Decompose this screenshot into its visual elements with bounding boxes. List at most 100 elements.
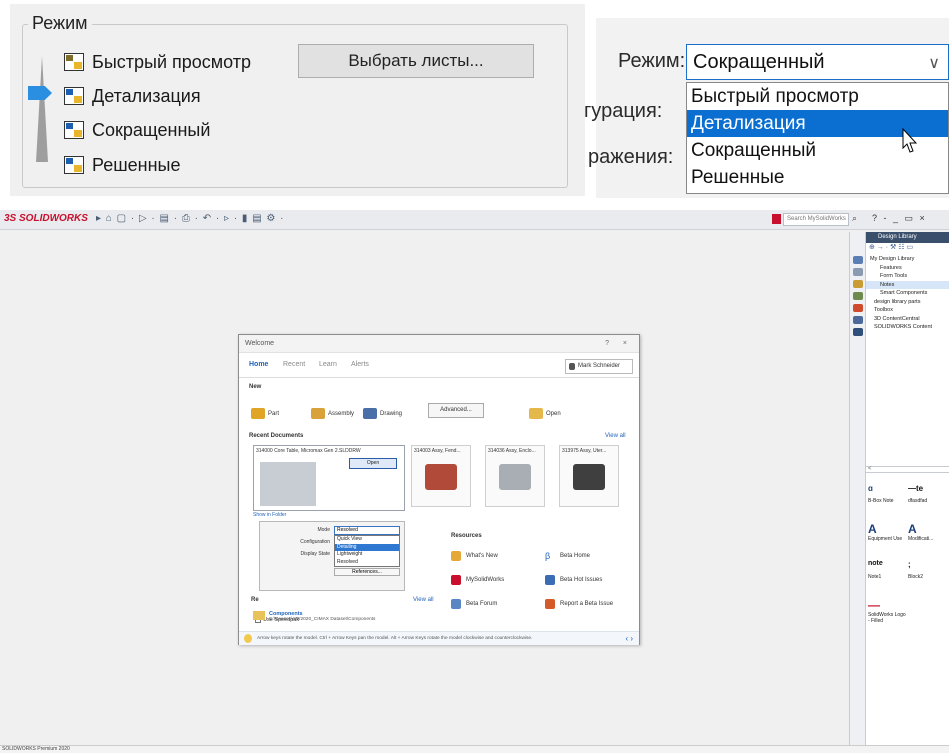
- quick-view-icon: [64, 53, 84, 71]
- tip-nav-arrows[interactable]: ‹ ›: [625, 632, 633, 645]
- palette-item[interactable]: ; Block2: [908, 560, 948, 580]
- assembly-icon: [311, 408, 325, 419]
- open-button[interactable]: Open: [529, 408, 561, 419]
- window-controls[interactable]: ? - _ ▭ ×: [872, 213, 927, 224]
- resources-tab-icon[interactable]: [853, 268, 863, 276]
- palette-item[interactable]: — SolidWorks Logo - Filled: [868, 598, 908, 624]
- report-issue-icon: [545, 599, 555, 609]
- pane-header: Design Library: [866, 232, 949, 243]
- new-part-button[interactable]: Part: [251, 408, 279, 419]
- dropdown-option[interactable]: Решенные: [687, 164, 948, 191]
- references-button[interactable]: References...: [334, 568, 400, 576]
- dropdown-option-highlighted[interactable]: Detailing: [335, 543, 399, 551]
- resources-title: Resources: [451, 533, 482, 539]
- show-in-folder-link[interactable]: Show in Folder: [253, 512, 286, 518]
- new-part-label: Part: [268, 410, 280, 417]
- components-folder[interactable]: Components C:\Seesoo\SW2020_CIMAX Datase…: [253, 611, 375, 622]
- mode-combobox-small[interactable]: Resolved: [334, 526, 400, 535]
- mode-combo-panel: Режим: гурация: ражения: Сокращенный ∨ Б…: [584, 18, 949, 198]
- tab-alerts[interactable]: Alerts: [351, 361, 369, 368]
- configuration-label-small: Configuration: [300, 539, 330, 545]
- tree-item[interactable]: Form Tools: [866, 272, 949, 281]
- new-section-title: New: [249, 384, 262, 390]
- quick-access-toolbar[interactable]: ▸ ⌂ ▢ · ▷ · ▤ · ⎙ · ↶ · ▹ · ▮ ▤ ⚙ ·: [96, 213, 285, 224]
- search-icon[interactable]: ⌕: [852, 213, 857, 224]
- detailing-icon: [64, 87, 84, 105]
- tree-item[interactable]: Features: [866, 264, 949, 273]
- home-tab-icon[interactable]: [853, 256, 863, 264]
- part-icon: [251, 408, 265, 419]
- pane-splitter[interactable]: <: [866, 466, 949, 473]
- view-palette-tab-icon[interactable]: [853, 304, 863, 312]
- dialog-controls[interactable]: ? ×: [605, 335, 633, 353]
- mode-option-lightweight[interactable]: Сокращенный: [64, 118, 210, 142]
- mysolidworks-icon: [451, 575, 461, 585]
- open-dropdown-button[interactable]: Open: [349, 458, 397, 469]
- palette-label: Block2: [908, 574, 924, 580]
- resource-beta-hot-issues[interactable]: Beta Hot Issues: [545, 575, 602, 585]
- view-all-link[interactable]: View all: [605, 433, 626, 439]
- dropdown-option[interactable]: Quick View: [335, 536, 399, 544]
- mysolidworks-icon[interactable]: [772, 214, 781, 224]
- recent-folders-title: Re: [251, 597, 259, 603]
- resource-beta-home[interactable]: β Beta Home: [545, 551, 590, 561]
- new-drawing-button[interactable]: Drawing: [363, 408, 402, 419]
- tab-learn[interactable]: Learn: [319, 361, 337, 368]
- tree-item[interactable]: Smart Components: [866, 289, 949, 298]
- tree-item[interactable]: design library parts: [866, 298, 949, 307]
- mode-option-detailing[interactable]: Детализация: [64, 84, 201, 108]
- tab-recent[interactable]: Recent: [283, 361, 305, 368]
- recent-doc-expanded[interactable]: 314000 Core Table, Micromax Gen 2.SLDDRW…: [253, 445, 405, 511]
- custom-props-tab-icon[interactable]: [853, 328, 863, 336]
- palette-item[interactable]: —te dfasdfad: [908, 484, 948, 504]
- palette-item[interactable]: ɑ B-Box Note: [868, 484, 908, 504]
- dialog-title: Welcome: [245, 340, 275, 347]
- advanced-button[interactable]: Advanced...: [428, 403, 484, 418]
- palette-glyph: ;: [908, 560, 911, 569]
- appearances-tab-icon[interactable]: [853, 316, 863, 324]
- tree-item[interactable]: 3D ContentCentral: [866, 315, 949, 324]
- palette-item[interactable]: note Note1: [868, 560, 908, 580]
- palette-label: Modificati...: [908, 536, 934, 542]
- title-toolbar: 3S SOLIDWORKS ▸ ⌂ ▢ · ▷ · ▤ · ⎙ · ↶ · ▹ …: [0, 210, 949, 230]
- palette-item[interactable]: A Modificati...: [908, 522, 948, 542]
- palette-label: B-Box Note: [868, 498, 894, 504]
- recent-doc-thumb[interactable]: 314003 Assy, Fend...: [411, 445, 471, 507]
- design-library-tab-icon[interactable]: [853, 280, 863, 288]
- dropdown-option[interactable]: Resolved: [335, 559, 399, 567]
- view-all-folders-link[interactable]: View all: [413, 597, 434, 603]
- dropdown-option[interactable]: Быстрый просмотр: [687, 83, 948, 110]
- recent-doc-caption: 314003 Assy, Fend...: [414, 448, 461, 454]
- mode-combobox[interactable]: Сокращенный ∨: [686, 44, 949, 80]
- tree-item[interactable]: SOLIDWORKS Content: [866, 323, 949, 332]
- design-library-pane: Design Library ⊕ → · ⚒ ☷ ▭ My Design Lib…: [865, 232, 949, 753]
- file-explorer-tab-icon[interactable]: [853, 292, 863, 300]
- resource-beta-forum[interactable]: Beta Forum: [451, 599, 497, 609]
- mode-dropdown-small: Quick View Detailing Lightweight Resolve…: [334, 535, 400, 567]
- mode-group-title: Режим: [28, 13, 92, 34]
- palette-item[interactable]: A Equipment Use: [868, 522, 908, 542]
- dropdown-option[interactable]: Lightweight: [335, 551, 399, 559]
- tree-item[interactable]: Toolbox: [866, 306, 949, 315]
- search-input[interactable]: Search MySolidWorks: [783, 213, 849, 226]
- palette-label: Equipment Use: [868, 536, 903, 542]
- pane-toolbar[interactable]: ⊕ → · ⚒ ☷ ▭: [866, 243, 949, 255]
- chevron-down-icon[interactable]: ∨: [928, 53, 940, 73]
- solidworks-logo[interactable]: 3S SOLIDWORKS: [4, 213, 88, 224]
- resource-report-beta-issue[interactable]: Report a Beta Issue: [545, 599, 613, 609]
- tree-item-selected[interactable]: Notes: [866, 280, 949, 289]
- recent-doc-thumb[interactable]: 314036 Assy, Enclo...: [485, 445, 545, 507]
- select-sheets-button[interactable]: Выбрать листы...: [298, 44, 534, 78]
- mode-option-resolved[interactable]: Решенные: [64, 153, 181, 177]
- recent-doc-preview: [260, 462, 316, 506]
- tree-item[interactable]: My Design Library: [866, 255, 949, 264]
- tab-home[interactable]: Home: [249, 361, 268, 368]
- resource-whats-new[interactable]: What's New: [451, 551, 498, 561]
- new-assembly-button[interactable]: Assembly: [311, 408, 354, 419]
- mode-slider-track[interactable]: [36, 56, 48, 162]
- mode-option-quick-view[interactable]: Быстрый просмотр: [64, 50, 251, 74]
- beta-icon: β: [545, 551, 555, 561]
- resource-mysolidworks[interactable]: MySolidWorks: [451, 575, 504, 585]
- user-button[interactable]: Mark Schneider: [565, 359, 633, 374]
- recent-doc-thumb[interactable]: 313975 Assy, Uter...: [559, 445, 619, 507]
